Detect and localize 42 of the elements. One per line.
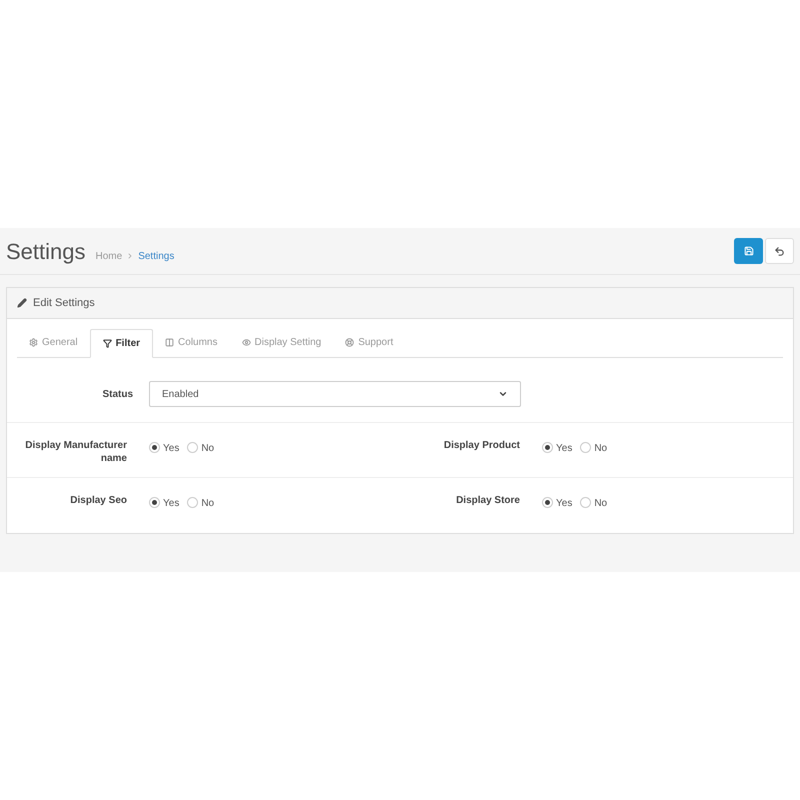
tab[interactable]: Display Setting xyxy=(230,328,334,357)
pencil-icon xyxy=(17,298,27,308)
field-label: Display Product xyxy=(442,439,520,452)
field-label: Display Manufacturer name xyxy=(24,439,127,466)
radio-button[interactable] xyxy=(580,497,592,508)
breadcrumb-link[interactable]: Home xyxy=(96,248,122,264)
status-select[interactable]: Enabled xyxy=(149,381,521,408)
radio-button[interactable] xyxy=(542,497,553,508)
tab[interactable]: Columns xyxy=(153,328,230,357)
radio-button[interactable] xyxy=(149,442,160,454)
filter-icon xyxy=(102,338,112,348)
radio-button[interactable] xyxy=(187,497,198,508)
radio-label: Yes xyxy=(163,442,180,456)
radio-label: Yes xyxy=(556,442,572,456)
radio-button[interactable] xyxy=(187,442,198,454)
tab[interactable]: General xyxy=(17,328,90,357)
field-label: Display Store xyxy=(455,494,520,508)
radio-label: Yes xyxy=(163,497,180,512)
eye-icon xyxy=(242,338,250,348)
radio-label: No xyxy=(594,442,608,456)
field-label: Status xyxy=(101,388,133,402)
radio-label: No xyxy=(201,442,214,456)
gear-icon xyxy=(29,338,38,348)
breadcrumb-link[interactable]: Settings xyxy=(138,248,174,264)
tab[interactable]: Support xyxy=(333,328,406,357)
lifebuoy-icon xyxy=(345,338,354,348)
chevron-icon xyxy=(126,252,134,260)
radio-button[interactable] xyxy=(580,442,592,454)
panel-title: Edit Settings xyxy=(33,296,95,311)
save-button[interactable] xyxy=(734,238,763,264)
page-title: Settings xyxy=(6,238,86,266)
radio-label: Yes xyxy=(556,497,572,512)
radio-label: No xyxy=(201,497,214,512)
radio-button[interactable] xyxy=(149,497,160,508)
columns-icon xyxy=(165,338,174,348)
radio-button[interactable] xyxy=(542,442,553,454)
back-icon xyxy=(774,246,785,256)
save-icon xyxy=(744,246,754,256)
radio-label: No xyxy=(594,497,608,512)
field-label: Display Seo xyxy=(69,494,127,508)
tab[interactable]: Filter xyxy=(90,328,154,358)
back-button[interactable] xyxy=(765,238,794,264)
